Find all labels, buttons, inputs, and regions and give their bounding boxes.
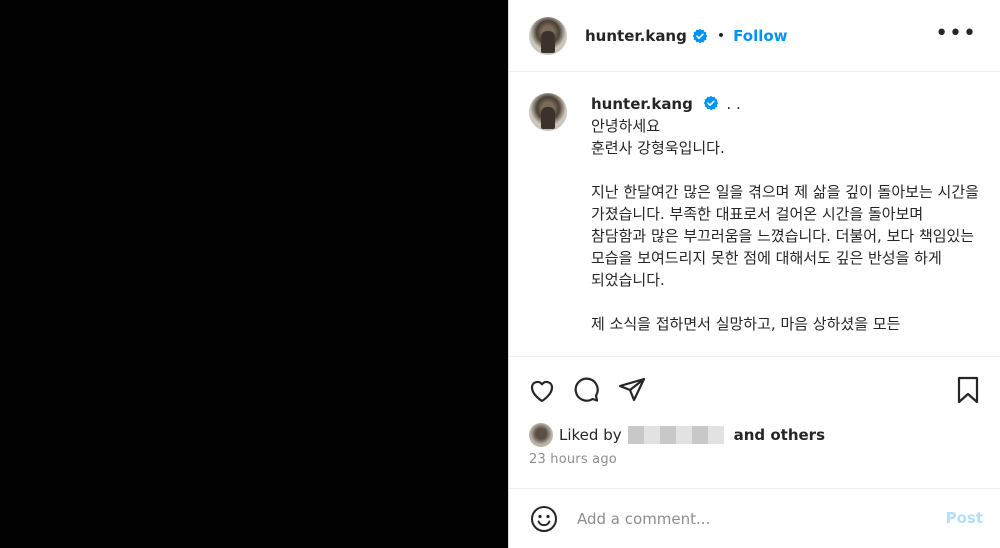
comment-icon[interactable]: [571, 375, 601, 405]
likes-summary[interactable]: Liked by and others: [529, 423, 825, 447]
caption-author-avatar[interactable]: [529, 93, 567, 131]
liker-avatar: [529, 423, 553, 447]
post-comment-button[interactable]: Post: [946, 509, 983, 527]
header-separator: •: [716, 27, 726, 44]
verified-badge-icon: [692, 28, 708, 43]
author-username[interactable]: hunter.kang: [585, 27, 687, 45]
post-header: hunter.kang • Follow •••: [509, 0, 1000, 72]
caption-body: hunter.kang . . 안녕하세요 훈련사 강형욱입니다. 지난 한달여…: [591, 93, 981, 356]
follow-button[interactable]: Follow: [733, 27, 787, 45]
caption-username[interactable]: hunter.kang: [591, 95, 693, 113]
caption-section[interactable]: hunter.kang . . 안녕하세요 훈련사 강형욱입니다. 지난 한달여…: [509, 73, 1000, 356]
post-dialog: hunter.kang • Follow ••• hunter.kang . .: [0, 0, 1000, 548]
caption-dots: . .: [726, 95, 741, 113]
action-bar: [509, 356, 1000, 420]
and-others-link[interactable]: and others: [734, 426, 825, 444]
redacted-username: [627, 426, 724, 444]
post-side-panel: hunter.kang • Follow ••• hunter.kang . .: [508, 0, 1000, 548]
bookmark-icon[interactable]: [953, 375, 983, 405]
post-timestamp[interactable]: 23 hours ago: [529, 452, 617, 467]
more-options-icon[interactable]: •••: [935, 23, 977, 45]
emoji-icon[interactable]: [529, 504, 559, 534]
heart-icon[interactable]: [527, 375, 557, 405]
verified-badge-icon: [703, 95, 718, 111]
caption-text: 안녕하세요 훈련사 강형욱입니다. 지난 한달여간 많은 일을 겪으며 제 삶을…: [591, 117, 979, 333]
send-icon[interactable]: [617, 375, 647, 405]
liked-by-label: Liked by: [559, 426, 622, 444]
comment-input[interactable]: [577, 509, 917, 528]
post-media[interactable]: [0, 0, 508, 548]
comment-bar: Post: [509, 488, 1000, 548]
author-avatar[interactable]: [529, 16, 567, 55]
